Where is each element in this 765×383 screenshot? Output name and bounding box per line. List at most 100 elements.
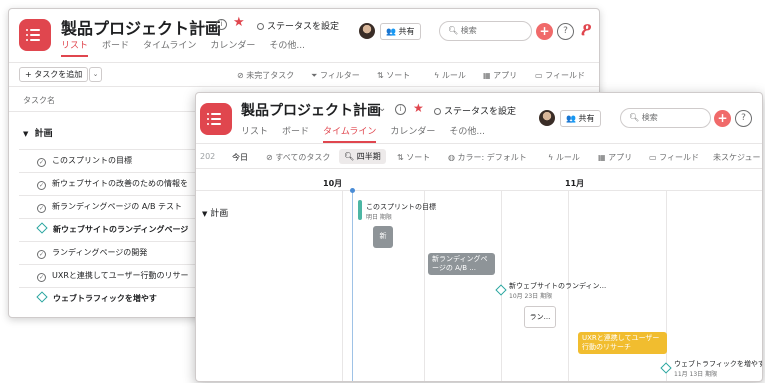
fields-label: フィールド [545,71,585,80]
rules-button[interactable]: ϟ ルール [548,152,580,163]
chevron-down-icon[interactable]: ⌄ [201,19,209,30]
traffic-milestone-label[interactable]: ウェブトラフィックを増やす [674,359,762,369]
milestone-diamond-icon[interactable] [36,222,48,234]
project-app-icon [19,19,51,51]
tab-timeline[interactable]: タイムライン [323,124,377,143]
section-header[interactable]: ▼ 計画 [202,206,228,219]
task-name: 新ウェブサイトの改善のための情報を [52,179,188,188]
set-status-button[interactable]: ステータスを設定 [434,104,516,117]
add-task-dropdown[interactable]: ⌄ [89,67,102,82]
project-title: 製品プロジェクト計画 [241,103,381,119]
help-button[interactable]: ? [557,23,574,40]
tab-calendar[interactable]: カレンダー [210,38,255,57]
palette-icon: ◍ [448,153,455,162]
people-icon: 👥 [566,114,576,123]
check-circle-icon[interactable]: ✓ [37,273,46,282]
milestone-row[interactable]: ウェブトラフィックを増やす [19,287,199,310]
uxr-research-bar[interactable]: UXRと連携してユーザー行動のリサーチ [578,332,667,354]
sort-icon: ⇅ [377,71,384,80]
incomplete-tasks-filter[interactable]: ⊘ 未完了タスク [237,70,294,81]
rules-button[interactable]: ϟ ルール [434,70,466,81]
fields-icon: ▭ [535,71,543,80]
ab-test-bar[interactable]: 新ランディングページの A/B ... [428,253,495,275]
tab-list[interactable]: リスト [61,38,89,57]
month-label-nov: 11月 [565,179,585,188]
task-row[interactable]: ✓ UXRと連携してユーザー行動のリサー [19,264,199,287]
people-icon: 👥 [386,27,396,36]
search-input[interactable]: 🔍︎ 検索 [620,108,711,128]
rules-label: ルール [555,153,580,162]
avatar[interactable] [359,23,375,39]
check-circle-icon: ⊘ [237,71,244,80]
status-ring-icon [257,23,264,30]
share-button[interactable]: 👥 共有 [560,110,601,127]
milestone-row[interactable]: 新ウェブサイトのランディングページ [19,218,199,241]
fields-label: フィールド [659,153,699,162]
add-task-button[interactable]: + タスクを追加 [19,67,89,82]
star-icon[interactable]: ★ [413,101,424,115]
check-circle-icon[interactable]: ✓ [37,204,46,213]
task-start-marker[interactable] [358,200,362,220]
milestone-diamond-icon[interactable] [660,362,672,374]
set-status-button[interactable]: ステータスを設定 [257,19,339,32]
share-button[interactable]: 👥 共有 [380,23,421,40]
info-icon[interactable]: i [216,19,227,30]
task-row[interactable]: ✓ このスプリントの目標 [19,149,199,172]
section-title: 計画 [210,209,229,219]
tab-board[interactable]: ボード [282,124,309,143]
unscheduled-button[interactable]: 未スケジュー [713,152,760,163]
apps-button[interactable]: ▦ アプリ [598,152,632,163]
fields-button[interactable]: ▭ フィールド [649,152,699,163]
task-row[interactable]: ✓ 新ランディングページの A/B テスト [19,195,199,218]
section-title: 計画 [34,129,53,139]
sprint-goal-label[interactable]: このスプリントの目標 [366,202,436,212]
tab-list[interactable]: リスト [241,124,268,143]
filter-label: フィルター [319,71,360,80]
incomplete-label: 未完了タスク [246,71,295,80]
task-row[interactable]: ✓ ランディングページの開発 [19,241,199,264]
zoom-icon: 🔍︎ [344,152,355,161]
filter-icon: ⏷ [311,71,318,80]
section-header[interactable]: ▼ 計画 [23,126,53,139]
task-name: このスプリントの目標 [52,156,132,165]
all-tasks-filter[interactable]: ⊘ すべてのタスク [266,152,330,163]
avatar[interactable] [539,110,555,126]
task-row[interactable]: ✓ 新ウェブサイトの改善のための情報を [19,172,199,195]
quick-add-button[interactable]: + [714,110,731,127]
view-tabs: リスト ボード タイムライン カレンダー その他... [61,38,319,57]
info-icon[interactable]: i [395,104,406,115]
check-circle-icon[interactable]: ✓ [37,250,46,259]
tab-more[interactable]: その他... [269,38,305,57]
apps-icon: ▦ [598,153,606,162]
landing-milestone-label[interactable]: 新ウェブサイトのランディン... [509,281,606,291]
check-circle-icon[interactable]: ✓ [37,158,46,167]
tab-timeline[interactable]: タイムライン [143,38,196,57]
filter-button[interactable]: ⏷ フィルター [311,70,360,81]
milestone-diamond-icon[interactable] [495,284,507,296]
quick-add-button[interactable]: + [536,23,553,40]
star-icon[interactable]: ★ [233,15,245,30]
apps-label: アプリ [493,71,518,80]
check-circle-icon[interactable]: ✓ [37,181,46,190]
sort-button[interactable]: ⇅ ソート [397,152,430,163]
today-button[interactable]: 今日 [232,152,248,163]
tab-board[interactable]: ボード [102,38,129,57]
color-button[interactable]: ◍ カラー: デフォルト [448,152,527,163]
caret-down-icon: ▼ [202,210,208,218]
chevron-down-icon[interactable]: ⌄ [378,103,386,114]
all-tasks-label: すべてのタスク [275,153,331,162]
quarter-zoom-button[interactable]: 🔍︎ 四半期 [339,149,386,164]
new-task-bar[interactable]: 新 [373,226,393,248]
tab-more[interactable]: その他... [449,124,485,143]
sort-button[interactable]: ⇅ ソート [377,70,410,81]
column-header-task-name[interactable]: タスク名 [23,95,55,106]
apps-button[interactable]: ▦ アプリ [483,70,517,81]
task-name: ランディングページの開発 [52,248,148,257]
search-input[interactable]: 🔍︎ 検索 [439,21,532,41]
fields-button[interactable]: ▭ フィールド [535,70,585,81]
milestone-diamond-icon[interactable] [36,291,48,303]
landing-dev-card[interactable]: ラン... [524,306,556,328]
sprint-goal-due: 明日 期限 [366,214,392,221]
help-button[interactable]: ? [735,110,752,127]
tab-calendar[interactable]: カレンダー [390,124,435,143]
